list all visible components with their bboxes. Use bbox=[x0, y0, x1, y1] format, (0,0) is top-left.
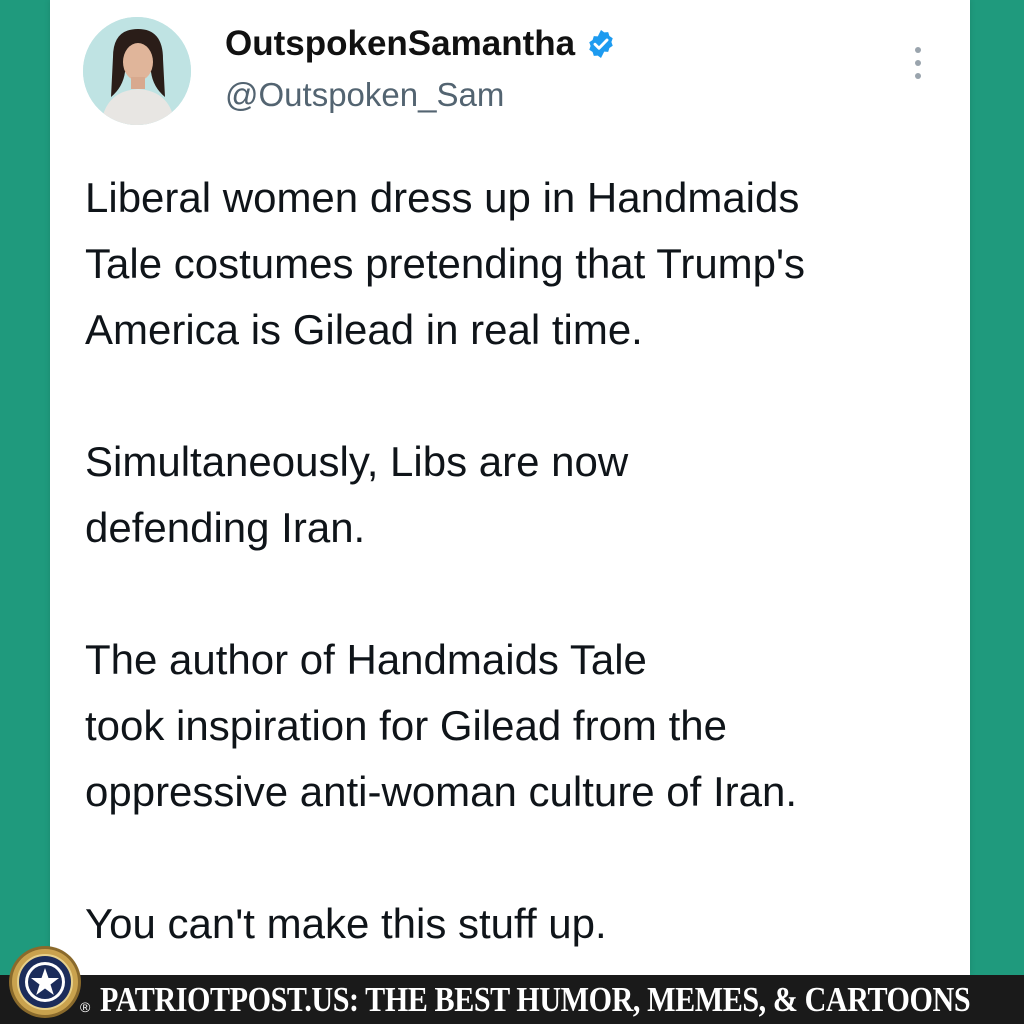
tweet-text: Liberal women dress up in Handmaids Tale… bbox=[85, 165, 955, 957]
more-options-icon[interactable] bbox=[906, 42, 930, 86]
tweet-line: America is Gilead in real time. bbox=[85, 306, 643, 353]
tweet-line: The author of Handmaids Tale bbox=[85, 636, 647, 683]
tweet-line: Tale costumes pretending that Trump's bbox=[85, 240, 806, 287]
tweet-line: Liberal women dress up in Handmaids bbox=[85, 174, 800, 221]
verified-badge-icon bbox=[585, 28, 617, 60]
tweet-line: took inspiration for Gilead from the bbox=[85, 702, 727, 749]
tweet-line: Simultaneously, Libs are now bbox=[85, 438, 629, 485]
avatar[interactable] bbox=[83, 17, 191, 125]
user-handle[interactable]: @Outspoken_Sam bbox=[225, 76, 504, 114]
display-name-text[interactable]: OutspokenSamantha bbox=[225, 24, 575, 64]
footer-banner-text: PATRIOTPOST.US: THE BEST HUMOR, MEMES, &… bbox=[100, 980, 971, 1019]
patriot-post-seal-icon bbox=[8, 945, 82, 1019]
tweet-card: OutspokenSamantha @Outspoken_Sam Liberal… bbox=[50, 0, 970, 975]
display-name[interactable]: OutspokenSamantha bbox=[225, 24, 617, 64]
tweet-line: defending Iran. bbox=[85, 504, 366, 551]
tweet-line: oppressive anti-woman culture of Iran. bbox=[85, 768, 798, 815]
tweet-line: You can't make this stuff up. bbox=[85, 900, 607, 947]
